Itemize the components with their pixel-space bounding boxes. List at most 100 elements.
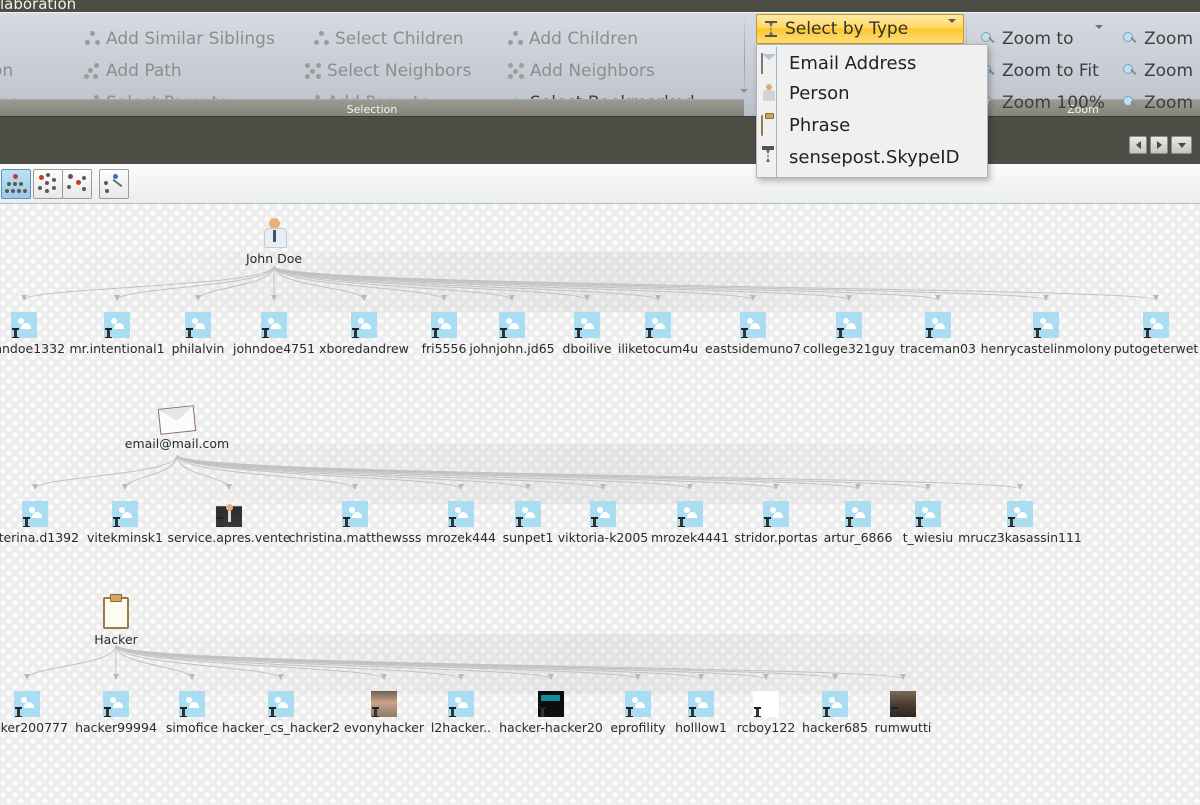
- tab-list-button[interactable]: [1171, 136, 1192, 154]
- hierarchical-layout-button[interactable]: [1, 169, 31, 199]
- layout-toolbar: [0, 164, 1200, 204]
- ribbon-label: Select Children: [335, 29, 464, 49]
- node-glyph: [645, 312, 671, 338]
- skypeid-badge-icon: [180, 707, 187, 717]
- window-title-bar: laboration: [0, 0, 1200, 12]
- ribbon-label: Zoom: [1144, 61, 1193, 81]
- ribbon-label: Zoom to: [1002, 29, 1073, 49]
- ribbon-add-neighbors[interactable]: Add Neighbors: [508, 61, 655, 81]
- ribbon-label: Add Similar Siblings: [106, 29, 275, 49]
- ground-plane-1: [0, 252, 1200, 312]
- menu-item-email-address[interactable]: Email Address: [757, 47, 987, 79]
- ribbon-label: Zoom to Fit: [1002, 61, 1099, 81]
- skypeid-badge-icon: [262, 328, 269, 338]
- node-label: putogeterwet: [1076, 341, 1200, 356]
- group-separator-1: [744, 15, 745, 103]
- skypeid-badge-icon: [539, 707, 546, 717]
- skypeid-badge-icon: [591, 517, 598, 527]
- ribbon-label: Zoom 100%: [1002, 93, 1105, 113]
- clipboard-icon: [761, 116, 779, 134]
- ribbon-add-children[interactable]: Add Children: [507, 29, 638, 49]
- person-avatar: [1007, 501, 1033, 527]
- node-label: rumwutti: [823, 720, 983, 735]
- select-by-type-button[interactable]: Select by Type: [756, 14, 964, 44]
- skypeid-badge-icon: [916, 517, 923, 527]
- skypeid-badge-icon: [217, 517, 224, 527]
- ribbon-zoom-to-fit[interactable]: Zoom to Fit: [980, 61, 1099, 81]
- ribbon-zoom-to[interactable]: Zoom to: [980, 29, 1073, 49]
- circular-layout-button[interactable]: [33, 169, 63, 199]
- ribbon-label: Zoom: [1144, 93, 1193, 113]
- ribbon-zoom-c[interactable]: Zoom: [1122, 93, 1193, 113]
- ribbon-label: Add Neighbors: [530, 61, 655, 81]
- magnifier-icon: [1122, 63, 1138, 79]
- skypeid-badge-icon: [926, 328, 933, 338]
- skypeid-badge-icon: [516, 517, 523, 527]
- node-label: Hacker: [46, 632, 186, 647]
- ribbon-add-similar-siblings[interactable]: Add Similar Siblings: [84, 29, 275, 49]
- organic-layout-button[interactable]: [62, 169, 92, 199]
- tab-next-button[interactable]: [1150, 136, 1168, 154]
- skypeid-badge-icon: [23, 517, 30, 527]
- person-avatar: [268, 691, 294, 717]
- tab-strip-band: [0, 116, 1200, 165]
- skypeid-badge-icon: [449, 707, 456, 717]
- menu-item-person[interactable]: Person: [757, 77, 987, 109]
- node-label: email@mail.com: [107, 436, 247, 451]
- person-root-icon: [261, 218, 287, 248]
- node-glyph: [915, 501, 941, 527]
- graph-tab-nav: [1129, 136, 1192, 154]
- node-label: mrucz3kasassin111: [940, 530, 1100, 545]
- ribbon-label: Zoom: [1144, 29, 1193, 49]
- graph-canvas[interactable]: John Doejohndoe1332mr.intentional1philal…: [0, 204, 1200, 805]
- skypeid-badge-icon: [105, 328, 112, 338]
- skypeid-badge-icon: [352, 328, 359, 338]
- skypeid-badge-icon: [837, 328, 844, 338]
- menu-item-sensepost-skypeid[interactable]: sensepost.SkypeID: [757, 141, 987, 173]
- magnifier-icon: [1122, 31, 1138, 47]
- person-avatar: [112, 501, 138, 527]
- person-avatar: [915, 501, 941, 527]
- ribbon-label: Add Children: [529, 29, 638, 49]
- graph-child-node[interactable]: putogeterwet: [1076, 312, 1200, 356]
- select-by-type-label: Select by Type: [785, 19, 908, 39]
- selection-left-text-0: lection: [0, 61, 13, 81]
- person-avatar: [925, 312, 951, 338]
- zoom-group-overflow-caret[interactable]: [1095, 25, 1103, 29]
- maltego-window: laboration lection one Add Similar Sibli…: [0, 0, 1200, 805]
- skypeid-badge-icon: [186, 328, 193, 338]
- interactive-layout-button[interactable]: [99, 169, 129, 199]
- skypeid-badge-icon: [678, 517, 685, 527]
- node-glyph: [1143, 312, 1169, 338]
- email-icon: [761, 54, 779, 72]
- ribbon-select-children[interactable]: Select Children: [313, 29, 464, 49]
- skypeid-badge-icon: [113, 517, 120, 527]
- ribbon-zoom-a[interactable]: Zoom: [1122, 29, 1193, 49]
- skypeid-badge-icon: [104, 707, 111, 717]
- tab-prev-button[interactable]: [1129, 136, 1147, 154]
- graph-root-node[interactable]: John Doe: [204, 218, 344, 266]
- skypeid-badge-icon: [1034, 328, 1041, 338]
- ribbon-zoom-100[interactable]: Zoom 100%: [980, 93, 1105, 113]
- skypeid-icon: [761, 148, 779, 166]
- ground-plane-2: [0, 444, 1200, 504]
- graph-child-node[interactable]: rumwutti: [823, 691, 983, 735]
- select-by-type-menu: Email Address Person Phrase sensepost.Sk…: [756, 44, 988, 178]
- photo-avatar: [890, 691, 916, 717]
- ribbon-zoom-b[interactable]: Zoom: [1122, 61, 1193, 81]
- node-glyph: [268, 691, 294, 717]
- menu-item-label: Email Address: [789, 53, 916, 74]
- chevron-down-icon: [948, 19, 956, 23]
- ribbon: lection one Add Similar Siblings Select …: [0, 12, 1200, 116]
- node-glyph: [740, 312, 766, 338]
- ribbon-select-neighbors[interactable]: Select Neighbors: [305, 61, 471, 81]
- menu-item-phrase[interactable]: Phrase: [757, 109, 987, 141]
- node-glyph: [342, 501, 368, 527]
- graph-root-node[interactable]: Hacker: [46, 597, 186, 647]
- skypeid-badge-icon: [269, 707, 276, 717]
- graph-child-node[interactable]: mrucz3kasassin111: [940, 501, 1100, 545]
- graph-root-node[interactable]: email@mail.com: [107, 407, 247, 451]
- ribbon-add-path[interactable]: Add Path: [84, 61, 182, 81]
- menu-item-label: Phrase: [789, 115, 850, 136]
- node-label: John Doe: [204, 251, 344, 266]
